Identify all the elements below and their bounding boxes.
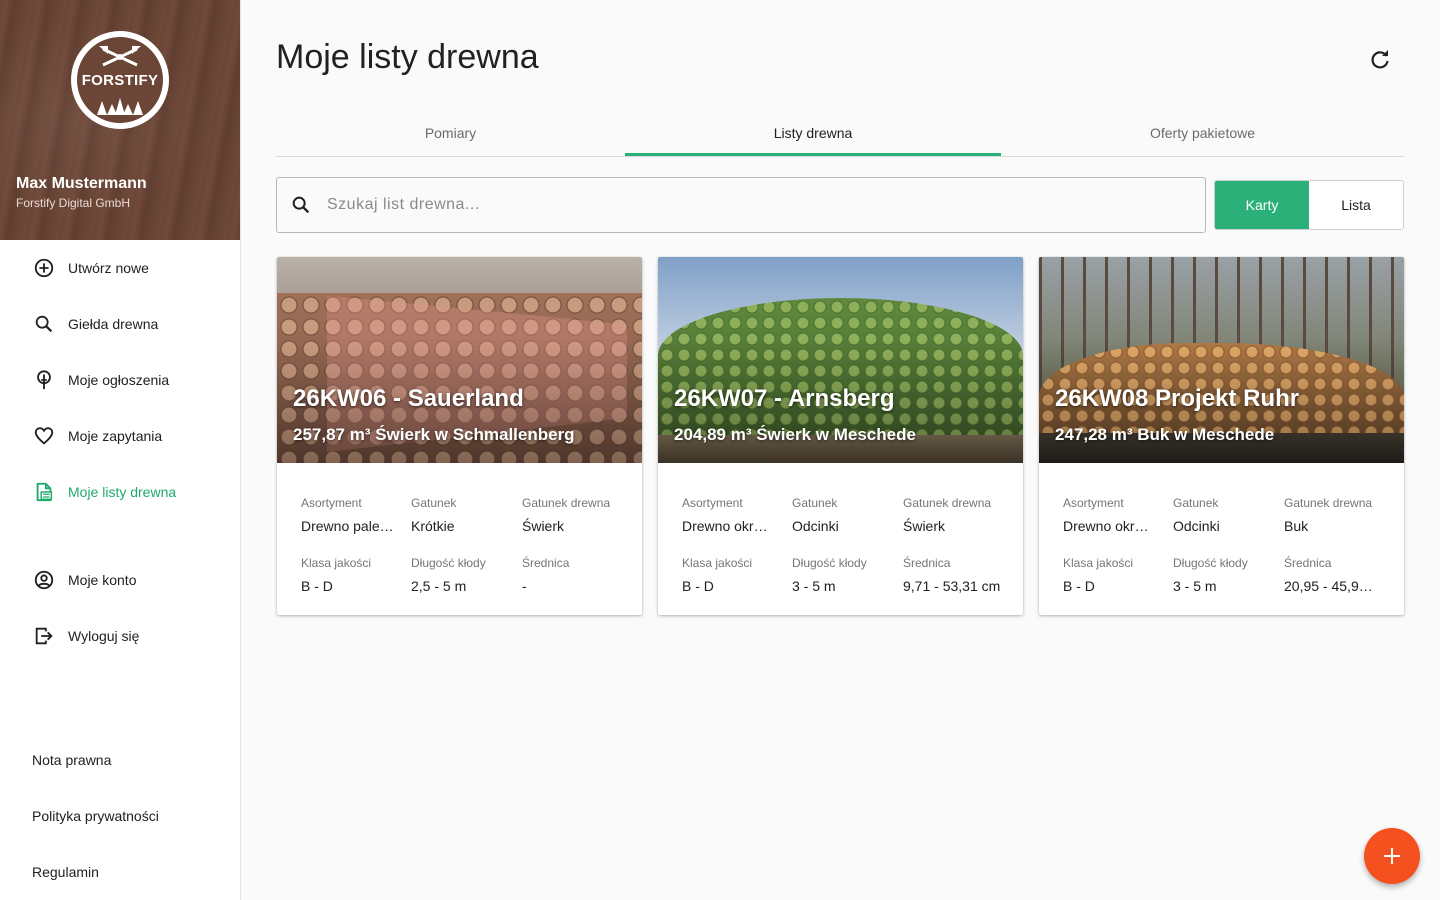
timber-list-card[interactable]: 26KW06 - Sauerland 257,87 m³ Świerk w Sc…: [277, 257, 642, 615]
profile-header: FORSTIFY Max Mustermann Forstify Digital…: [0, 0, 240, 240]
card-photo: 26KW07 - Arnsberg 204,89 m³ Świerk w Mes…: [658, 257, 1023, 463]
account-circle-icon: [34, 570, 54, 590]
page-title: Moje listy drewna: [276, 38, 539, 76]
field-value-length: 2,5 - 5 m: [411, 578, 467, 594]
user-name: Max Mustermann: [16, 175, 147, 192]
field-value-quality: B - D: [301, 578, 333, 594]
card-subtitle: 204,89 m³ Świerk w Meschede: [674, 425, 916, 444]
add-timber-list-button[interactable]: [1364, 828, 1420, 884]
crossed-axes-icon: [99, 46, 141, 67]
terms-link[interactable]: Regulamin: [32, 864, 99, 880]
field-value-assortment: Drewno paletowe: [301, 518, 395, 534]
nav-label: Utwórz nowe: [68, 260, 149, 276]
nav-my-inquiries[interactable]: Moje zapytania: [0, 414, 240, 458]
field-label: Średnica: [1284, 556, 1332, 570]
tab-package-offers[interactable]: Oferty pakietowe: [1001, 110, 1404, 156]
field-label: Gatunek drewna: [903, 496, 992, 510]
card-photo: 26KW08 Projekt Ruhr 247,28 m³ Buk w Mesc…: [1039, 257, 1404, 463]
field-value-length: 3 - 5 m: [792, 578, 836, 594]
timber-list-card[interactable]: 26KW08 Projekt Ruhr 247,28 m³ Buk w Mesc…: [1039, 257, 1404, 615]
tab-timber-lists[interactable]: Listy drewna: [625, 110, 1001, 156]
nav-timber-exchange[interactable]: Giełda drewna: [0, 302, 240, 346]
field-label: Gatunek drewna: [1284, 496, 1373, 510]
nav-label: Wyloguj się: [68, 628, 140, 644]
field-label: Gatunek: [792, 496, 838, 510]
tree-icon: [37, 370, 51, 390]
nav-label: Moje konto: [68, 572, 137, 588]
field-label: Średnica: [522, 556, 570, 570]
tab-measurements[interactable]: Pomiary: [276, 110, 625, 156]
field-value-type: Odcinki: [792, 518, 839, 534]
nav-my-timber-lists[interactable]: Moje listy drewna: [0, 470, 240, 514]
field-label: Gatunek drewna: [522, 496, 611, 510]
search-icon: [35, 315, 53, 333]
field-value-species: Świerk: [903, 518, 946, 534]
nav-create-new[interactable]: Utwórz nowe: [0, 246, 240, 290]
field-value-quality: B - D: [1063, 578, 1095, 594]
document-list-icon: [36, 482, 53, 502]
field-label: Asortyment: [682, 496, 743, 510]
card-photo: 26KW06 - Sauerland 257,87 m³ Świerk w Sc…: [277, 257, 642, 463]
search-input[interactable]: [327, 188, 1187, 222]
field-label: Długość kłody: [1173, 556, 1248, 570]
view-toggle: Karty Lista: [1214, 180, 1404, 230]
field-value-diameter: 20,95 - 45,91 cm: [1284, 578, 1378, 594]
field-label: Gatunek: [1173, 496, 1219, 510]
cards-view-button[interactable]: Karty: [1215, 181, 1309, 229]
card-title: 26KW08 Projekt Ruhr: [1055, 385, 1300, 412]
nav-my-listings[interactable]: Moje ogłoszenia: [0, 358, 240, 402]
forstify-logo: FORSTIFY: [71, 31, 169, 129]
nav-logout[interactable]: Wyloguj się: [0, 614, 240, 658]
field-value-species: Buk: [1284, 518, 1309, 534]
nav-label: Moje ogłoszenia: [68, 372, 170, 388]
logout-icon: [35, 627, 53, 645]
nav-label: Moje zapytania: [68, 428, 163, 444]
plus-icon: [1384, 848, 1400, 864]
field-value-diameter: 9,71 - 53,31 cm: [903, 578, 1001, 594]
tab-bar: Pomiary Listy drewna Oferty pakietowe: [276, 110, 1404, 157]
card-title: 26KW07 - Arnsberg: [674, 385, 895, 412]
field-label: Asortyment: [301, 496, 362, 510]
sidebar: FORSTIFY Max Mustermann Forstify Digital…: [0, 0, 241, 900]
refresh-icon[interactable]: [1368, 48, 1392, 72]
field-label: Długość kłody: [792, 556, 867, 570]
field-label: Długość kłody: [411, 556, 486, 570]
card-title: 26KW06 - Sauerland: [293, 385, 524, 412]
field-label: Klasa jakości: [682, 556, 753, 570]
card-subtitle: 257,87 m³ Świerk w Schmallenberg: [293, 425, 575, 444]
add-circle-icon: [34, 258, 54, 278]
field-value-diameter: -: [522, 578, 527, 594]
privacy-policy-link[interactable]: Polityka prywatności: [32, 808, 159, 824]
search-icon: [292, 196, 310, 214]
nav-label: Moje listy drewna: [68, 484, 177, 500]
field-value-length: 3 - 5 m: [1173, 578, 1217, 594]
active-tab-indicator: [625, 153, 1001, 156]
field-value-species: Świerk: [522, 518, 565, 534]
field-value-type: Krótkie: [411, 518, 455, 534]
timber-list-card[interactable]: 26KW07 - Arnsberg 204,89 m³ Świerk w Mes…: [658, 257, 1023, 615]
nav-label: Giełda drewna: [68, 316, 159, 332]
field-label: Średnica: [903, 556, 951, 570]
field-label: Asortyment: [1063, 496, 1124, 510]
company-name: Forstify Digital GmbH: [16, 196, 131, 210]
search-box: [276, 177, 1206, 233]
field-label: Klasa jakości: [1063, 556, 1134, 570]
nav-my-account[interactable]: Moje konto: [0, 558, 240, 602]
heart-icon: [34, 427, 54, 445]
field-label: Gatunek: [411, 496, 457, 510]
trees-icon: [97, 98, 143, 115]
card-subtitle: 247,28 m³ Buk w Meschede: [1055, 425, 1275, 444]
field-value-quality: B - D: [682, 578, 714, 594]
field-value-type: Odcinki: [1173, 518, 1220, 534]
field-label: Klasa jakości: [301, 556, 372, 570]
field-value-assortment: Drewno okrągłe: [682, 518, 774, 534]
field-value-assortment: Drewno okrągłe: [1063, 518, 1155, 534]
legal-notice-link[interactable]: Nota prawna: [32, 752, 111, 768]
list-view-button[interactable]: Lista: [1309, 181, 1403, 229]
